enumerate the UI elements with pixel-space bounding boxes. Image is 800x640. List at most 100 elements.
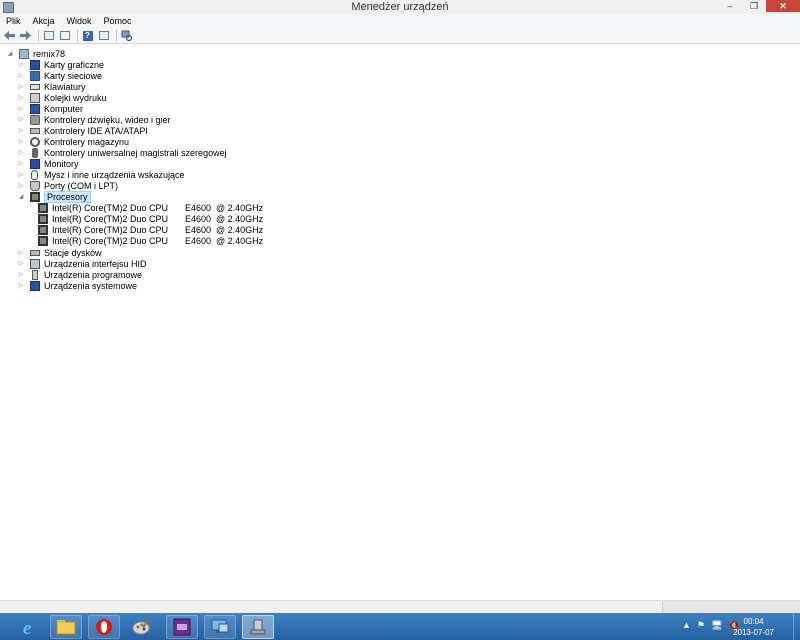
tree-item-kontrolery-magazynu[interactable]: ▷ Kontrolery magazynu: [17, 136, 129, 147]
processor-speed: E4600 @ 2.40GHz: [185, 213, 264, 224]
clock-time: 00:04: [743, 617, 764, 626]
menu-widok[interactable]: Widok: [61, 14, 98, 28]
opera-icon[interactable]: [88, 615, 120, 639]
expand-chevron-icon[interactable]: ▷: [17, 61, 25, 68]
tree-item-mysz[interactable]: ▷ Mysz i inne urządzenia wskazujące: [17, 169, 185, 180]
collapse-chevron-icon[interactable]: ◢: [6, 50, 14, 57]
file-explorer-icon[interactable]: [50, 615, 82, 639]
expand-chevron-icon[interactable]: ▷: [17, 282, 25, 289]
tree-item-label-selected: Procesory: [44, 190, 91, 203]
keyboard-icon: [30, 83, 40, 90]
tree-item-monitory[interactable]: ▷ Monitory: [17, 158, 79, 169]
properties-icon[interactable]: [58, 30, 71, 42]
processor-icon: [38, 213, 48, 224]
software-device-icon: [32, 269, 38, 280]
processor-item[interactable]: Intel(R) Core(TM)2 Duo CPU E4600 @ 2.40G…: [38, 213, 263, 224]
tree-item-komputer[interactable]: ▷ Komputer: [17, 103, 83, 114]
computer-icon: [30, 103, 40, 114]
processor-model: Intel(R) Core(TM)2 Duo CPU: [52, 202, 169, 213]
tree-item-label: Kontrolery uniwersalnej magistrali szere…: [44, 147, 227, 158]
tree-item-procesory[interactable]: ◢ Procesory: [17, 190, 91, 203]
processor-icon: [30, 191, 40, 202]
scan-hardware-icon[interactable]: [120, 30, 133, 42]
expand-chevron-icon[interactable]: ▷: [17, 271, 25, 278]
tree-item-urzadzenia-programowe[interactable]: ▷ Urządzenia programowe: [17, 269, 142, 280]
expand-chevron-icon[interactable]: ▷: [17, 116, 25, 123]
tree-item-stacje-dyskow[interactable]: ▷ Stacje dysków: [17, 247, 102, 258]
processor-speed: E4600 @ 2.40GHz: [185, 202, 264, 213]
maximize-button[interactable]: ❐: [742, 0, 766, 12]
minimize-button[interactable]: –: [718, 0, 742, 12]
tree-item-urzadzenia-hid[interactable]: ▷ Urządzenia interfejsu HID: [17, 258, 147, 269]
remote-desktop-icon[interactable]: [204, 615, 236, 639]
tree-item-label: Monitory: [44, 158, 79, 169]
disk-drive-icon: [30, 249, 40, 256]
tree-item-kolejki-wydruku[interactable]: ▷ Kolejki wydruku: [17, 92, 107, 103]
mouse-icon: [31, 169, 38, 180]
tree-item-label: Karty sieciowe: [44, 70, 103, 81]
tree-root[interactable]: ◢ remix78: [6, 48, 65, 59]
tree-item-label: Klawiatury: [44, 81, 86, 92]
forward-arrow-icon[interactable]: [19, 30, 32, 42]
menu-plik[interactable]: Plik: [0, 14, 27, 28]
menu-pomoc[interactable]: Pomoc: [98, 14, 138, 28]
tree-item-label: Mysz i inne urządzenia wskazujące: [44, 169, 185, 180]
horizontal-scrollbar[interactable]: [0, 600, 800, 614]
tree-item-karty-graficzne[interactable]: ▷ Karty graficzne: [17, 59, 104, 70]
expand-chevron-icon[interactable]: ▷: [17, 260, 25, 267]
hid-icon: [30, 258, 40, 269]
paint-icon[interactable]: [126, 615, 158, 639]
processor-item[interactable]: Intel(R) Core(TM)2 Duo CPU E4600 @ 2.40G…: [38, 235, 263, 246]
network-icon[interactable]: 🖥: [711, 620, 722, 631]
processor-item[interactable]: Intel(R) Core(TM)2 Duo CPU E4600 @ 2.40G…: [38, 224, 263, 235]
back-arrow-icon[interactable]: [3, 30, 16, 42]
display-adapter-icon: [30, 59, 40, 70]
tree-item-label: Urządzenia interfejsu HID: [44, 258, 147, 269]
processor-model: Intel(R) Core(TM)2 Duo CPU: [52, 224, 169, 235]
tree-item-label: Urządzenia programowe: [44, 269, 143, 280]
collapse-chevron-icon[interactable]: ◢: [17, 193, 25, 200]
tree-item-porty[interactable]: ▷ Porty (COM i LPT): [17, 180, 118, 191]
device-manager-icon[interactable]: [242, 615, 274, 639]
tree-item-kontrolery-ide[interactable]: ▷ Kontrolery IDE ATA/ATAPI: [17, 125, 148, 136]
expand-chevron-icon[interactable]: ▷: [17, 83, 25, 90]
close-button[interactable]: ✕: [766, 0, 800, 12]
expand-chevron-icon[interactable]: ▷: [17, 72, 25, 79]
tree-item-urzadzenia-systemowe[interactable]: ▷ Urządzenia systemowe: [17, 280, 137, 291]
help-icon[interactable]: ?: [81, 30, 94, 42]
expand-chevron-icon[interactable]: ▷: [17, 138, 25, 145]
title-bar: Menedżer urządzeń – ❐ ✕: [0, 0, 800, 14]
expand-chevron-icon[interactable]: ▷: [17, 182, 25, 189]
expand-chevron-icon[interactable]: ▷: [17, 94, 25, 101]
processor-item[interactable]: Intel(R) Core(TM)2 Duo CPU E4600 @ 2.40G…: [38, 202, 263, 213]
menu-akcja[interactable]: Akcja: [27, 14, 61, 28]
toolbar: ?: [0, 28, 800, 44]
action-pane-icon[interactable]: [97, 30, 110, 42]
show-desktop-button[interactable]: [793, 613, 800, 640]
expand-chevron-icon[interactable]: ▷: [17, 127, 25, 134]
show-hide-console-tree-icon[interactable]: [42, 30, 55, 42]
processor-speed: E4600 @ 2.40GHz: [185, 224, 264, 235]
toolbar-separator: [77, 29, 78, 42]
expand-chevron-icon[interactable]: ▷: [17, 160, 25, 167]
network-adapter-icon: [30, 70, 40, 81]
cpu-z-icon[interactable]: [166, 615, 198, 639]
expand-chevron-icon[interactable]: ▷: [17, 171, 25, 178]
tree-item-kontrolery-dzwieku[interactable]: ▷ Kontrolery dźwięku, wideo i gier: [17, 114, 171, 125]
tree-item-karty-sieciowe[interactable]: ▷ Karty sieciowe: [17, 70, 102, 81]
tree-root-label: remix78: [33, 48, 66, 59]
tree-item-label: Karty graficzne: [44, 59, 105, 70]
expand-chevron-icon[interactable]: ▷: [17, 149, 25, 156]
expand-chevron-icon[interactable]: ▷: [17, 105, 25, 112]
clock[interactable]: 00:04 2013-07-07: [733, 616, 774, 638]
action-center-flag-icon[interactable]: ⚑: [697, 620, 705, 631]
usb-icon: [32, 147, 38, 158]
tree-item-kontrolery-usb[interactable]: ▷ Kontrolery uniwersalnej magistrali sze…: [17, 147, 227, 158]
internet-explorer-icon[interactable]: e: [14, 615, 46, 639]
processor-icon: [38, 202, 48, 213]
tree-item-klawiatury[interactable]: ▷ Klawiatury: [17, 81, 86, 92]
window-controls: – ❐ ✕: [718, 0, 800, 12]
show-hidden-icons-icon[interactable]: ▲: [682, 620, 691, 631]
tree-item-label: Kolejki wydruku: [44, 92, 107, 103]
expand-chevron-icon[interactable]: ▷: [17, 249, 25, 256]
